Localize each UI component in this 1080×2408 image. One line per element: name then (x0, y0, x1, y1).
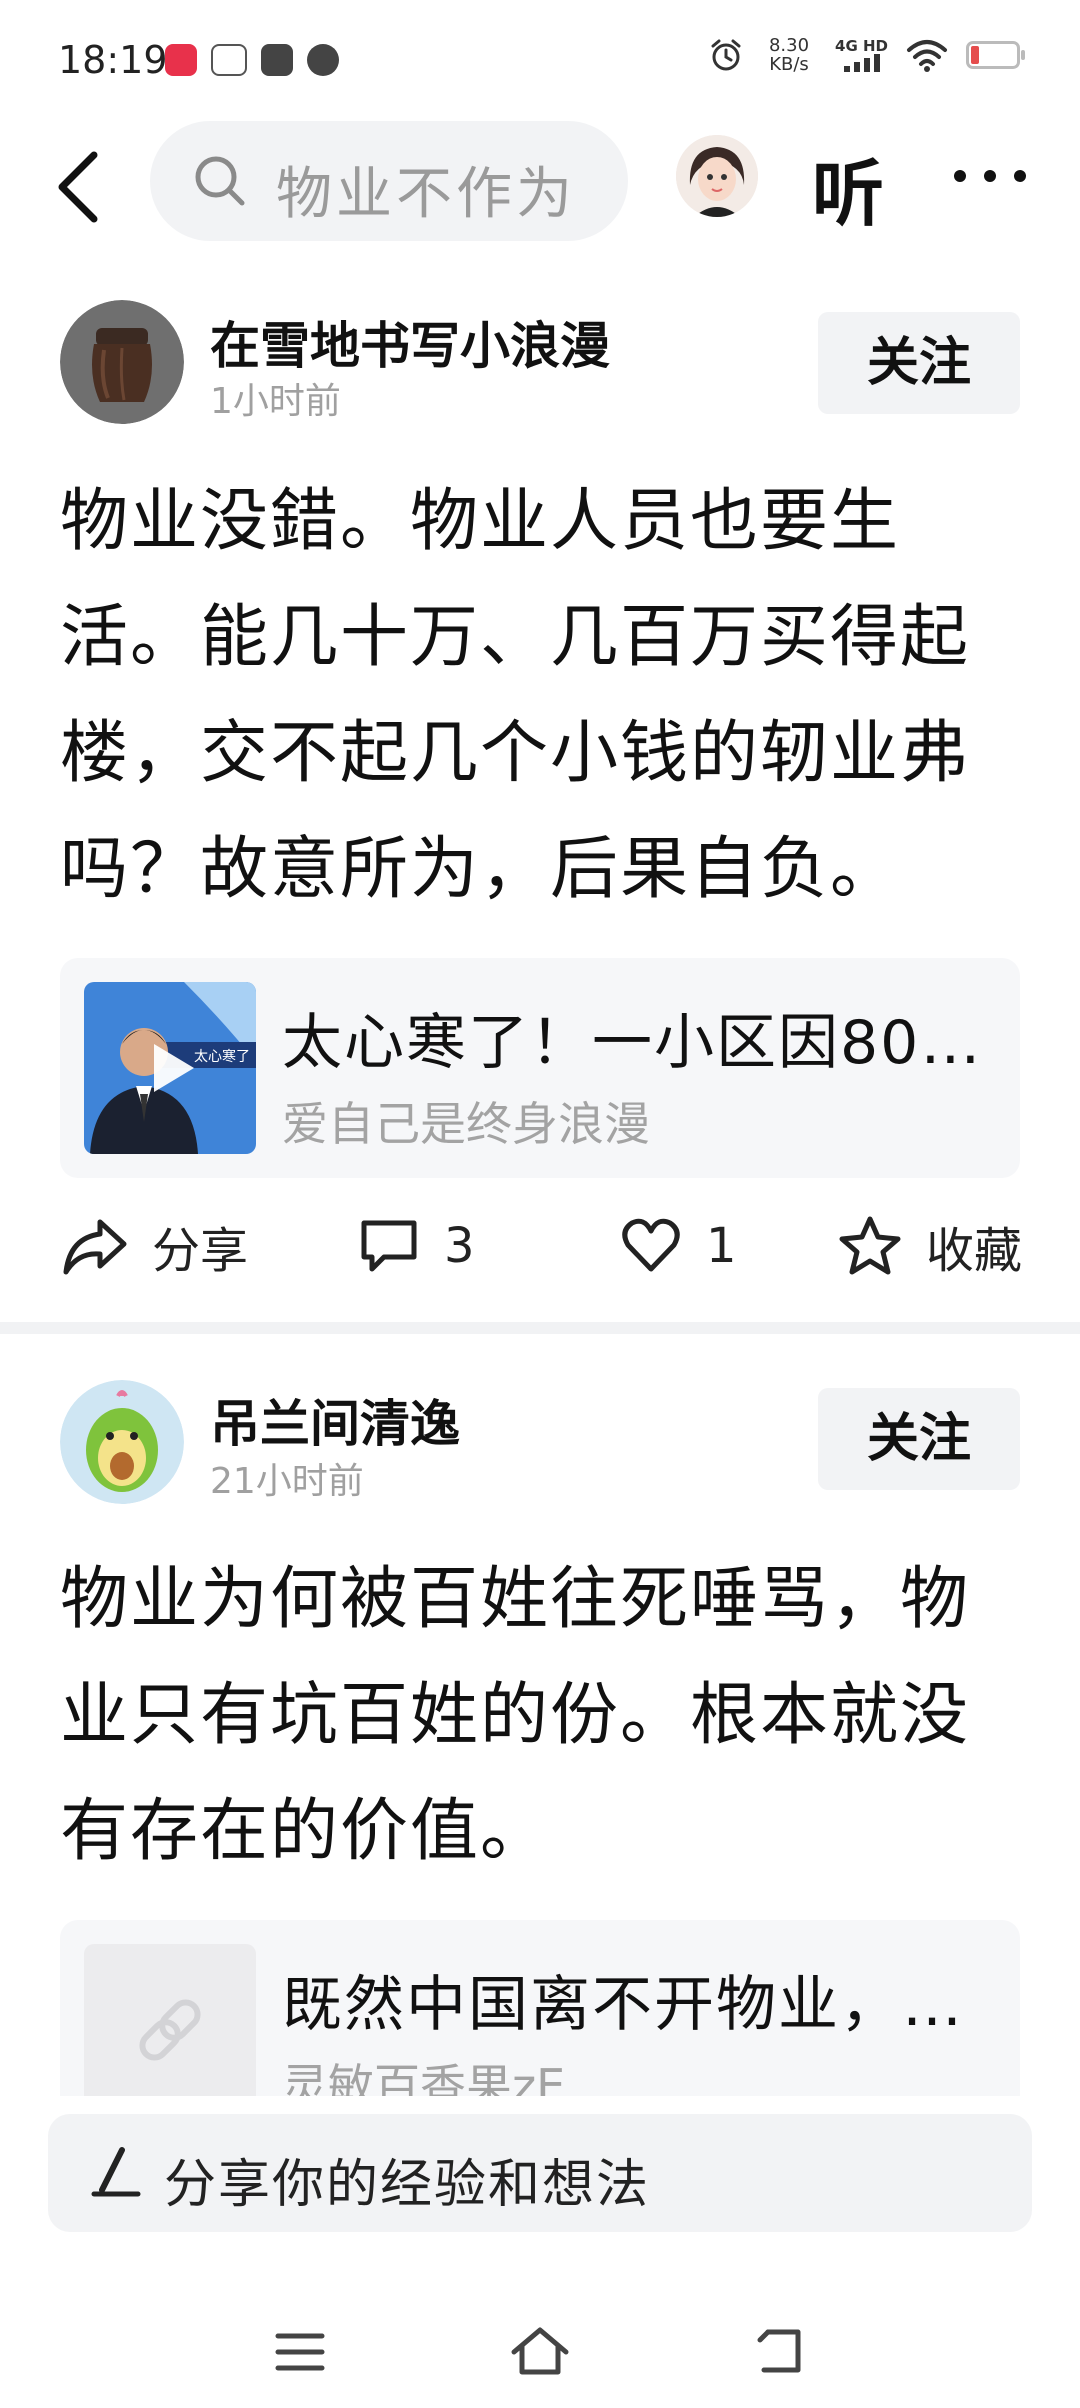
comment-button[interactable]: 3 (358, 1196, 475, 1296)
battery-icon (966, 41, 1025, 69)
post-actions: 分享 3 1 收藏 (0, 1196, 1080, 1296)
wifi-icon (907, 40, 947, 72)
author-avatar[interactable] (60, 300, 184, 424)
author-name[interactable]: 吊兰间清逸 (210, 1384, 460, 1456)
network-speed-value: 8.30 (768, 35, 810, 56)
signal-icon (843, 54, 880, 72)
app-notification-icon (165, 44, 197, 76)
linked-video-card[interactable]: 太心寒了 太心寒了！一小区因80… 爱自己是终身浪漫 (60, 958, 1020, 1178)
thumbnail-caption: 太心寒了 (194, 1048, 250, 1065)
share-icon (63, 1219, 127, 1275)
post-time: 1小时前 (210, 381, 341, 422)
article-title: 既然中国离不开物业，… (282, 1970, 964, 2040)
status-time: 18:19 (58, 38, 168, 82)
composer-placeholder[interactable]: 分享你的经验和想法 (164, 2142, 650, 2217)
network-type: 4G HD (835, 37, 888, 55)
video-thumbnail: 太心寒了 (84, 982, 256, 1154)
author-avatar-image (60, 300, 184, 424)
author-avatar[interactable] (60, 1380, 184, 1504)
share-label: 分享 (152, 1223, 249, 1279)
signal-block: 4G HD (835, 38, 888, 72)
star-icon (839, 1216, 901, 1275)
top-nav: 物业不作为 听 (0, 115, 1080, 245)
avatar-image (676, 135, 758, 217)
like-button[interactable]: 1 (620, 1196, 737, 1296)
article-thumbnail (84, 1944, 256, 2116)
post-text[interactable]: 物业为何被百姓往死唾骂，物业只有坑百姓的份。根本就没有存在的价值。 (60, 1542, 1020, 1890)
share-button[interactable]: 分享 (62, 1196, 248, 1296)
search-bar[interactable]: 物业不作为 (150, 121, 628, 241)
like-count: 1 (706, 1218, 737, 1274)
heart-icon (622, 1218, 680, 1272)
toutiao-notification-icon (211, 44, 247, 76)
notification-icons (165, 44, 339, 76)
play-icon (154, 1044, 194, 1092)
follow-button[interactable]: 关注 (818, 312, 1020, 414)
favorite-button[interactable]: 收藏 (838, 1196, 1022, 1296)
video-source: 爱自己是终身浪漫 (282, 1097, 650, 1151)
menu-icon[interactable] (268, 2320, 332, 2384)
comment-composer[interactable]: 分享你的经验和想法 (48, 2114, 1032, 2232)
system-nav-bar (0, 2300, 1080, 2408)
author-avatar-image (60, 1380, 184, 1504)
link-icon (139, 1999, 201, 2061)
follow-button[interactable]: 关注 (818, 1388, 1020, 1490)
network-speed-unit: KB/s (769, 54, 809, 75)
more-options-icon[interactable] (950, 161, 1030, 191)
comment-count: 3 (444, 1218, 475, 1274)
post-divider (0, 1322, 1080, 1334)
back-nav-icon[interactable] (748, 2320, 812, 2384)
post-time: 21小时前 (210, 1461, 364, 1502)
search-icon (195, 156, 245, 206)
post-card: 吊兰间清逸 21小时前 关注 物业为何被百姓往死唾骂，物业只有坑百姓的份。根本就… (0, 1368, 1080, 2140)
favorite-label: 收藏 (926, 1223, 1023, 1279)
video-title: 太心寒了！一小区因80… (282, 1008, 983, 1078)
post-card: 在雪地书写小浪漫 1小时前 关注 物业没錯。物业人员也要生活。能几十万、几百万买… (0, 290, 1080, 1310)
back-button[interactable] (50, 149, 110, 225)
user-avatar[interactable] (676, 135, 758, 217)
home-icon[interactable] (508, 2320, 572, 2384)
author-name[interactable]: 在雪地书写小浪漫 (210, 306, 610, 378)
network-speed: 8.30 KB/s (761, 36, 817, 74)
listen-button[interactable]: 听 (812, 135, 884, 240)
search-input[interactable]: 物业不作为 (276, 149, 586, 230)
chat-notification-icon (307, 44, 339, 76)
alarm-icon (711, 39, 741, 71)
message-notification-icon (261, 44, 293, 76)
status-right: 8.30 KB/s 4G HD (709, 36, 1025, 74)
status-bar: 18:19 8.30 KB/s 4G HD (0, 0, 1080, 120)
pen-icon (91, 2147, 141, 2197)
post-text[interactable]: 物业没錯。物业人员也要生活。能几十万、几百万买得起楼，交不起几个小钱的轫业弗吗？… (60, 464, 1020, 928)
comment-icon (361, 1220, 417, 1272)
